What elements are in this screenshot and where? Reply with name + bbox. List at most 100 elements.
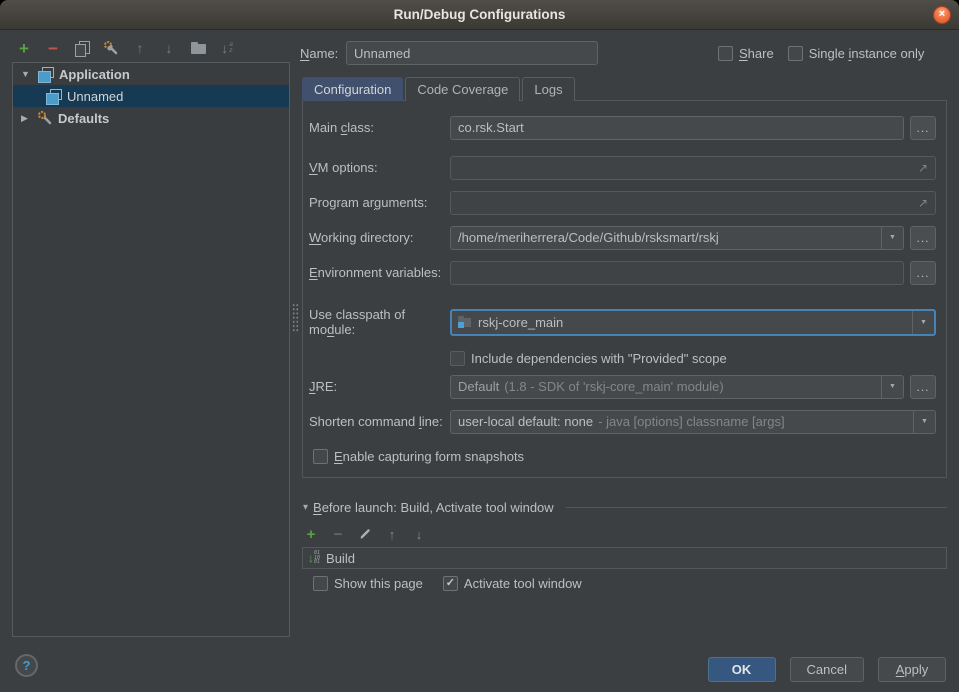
tree-label-defaults: Defaults <box>58 111 109 126</box>
activate-tool-window-label: Activate tool window <box>464 576 582 591</box>
titlebar: Run/Debug Configurations × <box>0 0 959 30</box>
sort-configurations-button[interactable]: ↓ az <box>219 40 235 56</box>
apply-button[interactable]: Apply <box>878 657 946 682</box>
enable-capturing-checkbox-group[interactable]: Enable capturing form snapshots <box>313 449 524 464</box>
before-launch-task-list[interactable]: ↓ 01 10 01 Build <box>302 547 947 569</box>
add-configuration-button[interactable]: + <box>16 40 32 56</box>
enable-capturing-row: Enable capturing form snapshots <box>313 444 936 469</box>
collapse-icon[interactable]: ▾ <box>303 502 308 513</box>
include-dependencies-row: Include dependencies with "Provided" sco… <box>450 346 936 371</box>
name-input[interactable]: Unnamed <box>346 41 598 65</box>
tab-logs[interactable]: Logs <box>522 77 574 101</box>
chevron-down-icon: ▼ <box>921 418 928 425</box>
environment-variables-browse-button[interactable]: ... <box>910 261 936 285</box>
include-dependencies-label: Include dependencies with "Provided" sco… <box>471 351 727 366</box>
pencil-icon <box>358 527 372 541</box>
close-button[interactable]: × <box>933 6 951 24</box>
environment-variables-input[interactable] <box>450 261 904 285</box>
run-debug-configurations-dialog: Run/Debug Configurations × + − ↑ ↓ ↓ az … <box>0 0 959 692</box>
tree-node-application[interactable]: ▼ Application <box>13 63 289 85</box>
dialog-buttons: OK Cancel Apply <box>708 657 946 682</box>
main-class-browse-button[interactable]: ... <box>910 116 936 140</box>
defaults-wrench-icon <box>37 110 53 126</box>
single-instance-checkbox-group[interactable]: Single instance only <box>788 46 925 61</box>
before-launch-move-up-button[interactable]: ↑ <box>385 527 399 541</box>
expand-field-icon[interactable]: ↗ <box>918 161 928 175</box>
share-label: Share <box>739 46 774 61</box>
move-down-icon: ↓ <box>416 528 423 541</box>
show-this-page-checkbox[interactable] <box>313 576 328 591</box>
working-directory-browse-button[interactable]: ... <box>910 226 936 250</box>
show-this-page-checkbox-group[interactable]: Show this page <box>313 576 423 591</box>
move-down-button[interactable]: ↓ <box>161 40 177 56</box>
ok-button[interactable]: OK <box>708 657 776 682</box>
add-icon: + <box>19 40 29 57</box>
before-launch-edit-button[interactable] <box>358 527 372 541</box>
configurations-toolbar: + − ↑ ↓ ↓ az <box>16 37 235 59</box>
close-icon: × <box>939 9 945 20</box>
environment-variables-row: Environment variables: ... <box>309 260 936 285</box>
tab-code-coverage[interactable]: Code Coverage <box>405 77 520 101</box>
jre-combobox[interactable]: Default (1.8 - SDK of 'rskj-core_main' m… <box>450 375 904 399</box>
cancel-button[interactable]: Cancel <box>790 657 864 682</box>
move-up-button[interactable]: ↑ <box>132 40 148 56</box>
chevron-down-icon: ▼ <box>889 234 896 241</box>
shorten-command-line-combobox[interactable]: user-local default: none - java [options… <box>450 410 936 434</box>
before-launch-toolbar: + − ↑ ↓ <box>304 526 426 542</box>
chevron-collapsed-icon[interactable]: ▶ <box>21 113 37 124</box>
application-icon <box>37 67 54 82</box>
create-folder-button[interactable] <box>190 40 206 56</box>
activate-tool-window-checkbox[interactable]: ✓ <box>443 576 458 591</box>
remove-icon: − <box>334 527 343 542</box>
use-classpath-row: Use classpath of module: rskj-core_main … <box>309 308 936 336</box>
help-button[interactable]: ? <box>15 654 38 677</box>
tree-node-defaults[interactable]: ▶ Defaults <box>13 107 289 129</box>
share-checkbox-group[interactable]: Share <box>718 46 774 61</box>
remove-configuration-button[interactable]: − <box>45 40 61 56</box>
environment-variables-label: Environment variables: <box>309 265 444 280</box>
splitter-handle[interactable] <box>292 303 299 333</box>
vm-options-input[interactable]: ↗ <box>450 156 936 180</box>
tree-label-application: Application <box>59 67 130 82</box>
chevron-expanded-icon[interactable]: ▼ <box>21 69 37 79</box>
jre-browse-button[interactable]: ... <box>910 375 936 399</box>
ellipsis-icon: ... <box>916 121 929 135</box>
separator-line <box>566 507 947 508</box>
wrench-gear-icon <box>103 40 119 56</box>
before-launch-move-down-button[interactable]: ↓ <box>412 527 426 541</box>
remove-icon: − <box>48 40 58 57</box>
dropdown-arrow-button[interactable]: ▼ <box>912 311 934 334</box>
copy-configuration-button[interactable] <box>74 40 90 56</box>
ellipsis-icon: ... <box>916 231 929 245</box>
shorten-command-line-label: Shorten command line: <box>309 414 444 429</box>
build-task-label: Build <box>326 551 355 566</box>
edit-defaults-button[interactable] <box>103 40 119 56</box>
dropdown-arrow-button[interactable]: ▼ <box>881 227 903 249</box>
single-instance-label: Single instance only <box>809 46 925 61</box>
tab-configuration[interactable]: Configuration <box>302 77 403 101</box>
single-instance-checkbox[interactable] <box>788 46 803 61</box>
dropdown-arrow-button[interactable]: ▼ <box>881 376 903 398</box>
expand-field-icon[interactable]: ↗ <box>918 196 928 210</box>
activate-tool-window-checkbox-group[interactable]: ✓ Activate tool window <box>443 576 582 591</box>
main-class-row: Main class: co.rsk.Start ... <box>309 115 936 140</box>
tree-label-unnamed: Unnamed <box>67 89 123 104</box>
main-class-input[interactable]: co.rsk.Start <box>450 116 904 140</box>
dropdown-arrow-button[interactable]: ▼ <box>913 411 935 433</box>
before-launch-header[interactable]: ▾ Before launch: Build, Activate tool wi… <box>303 500 947 515</box>
include-dependencies-checkbox-group[interactable]: Include dependencies with "Provided" sco… <box>450 351 727 366</box>
before-launch-add-button[interactable]: + <box>304 527 318 541</box>
program-arguments-input[interactable]: ↗ <box>450 191 936 215</box>
add-icon: + <box>307 527 316 542</box>
folder-icon <box>191 42 206 54</box>
move-up-icon: ↑ <box>137 41 144 55</box>
include-dependencies-checkbox[interactable] <box>450 351 465 366</box>
enable-capturing-label: Enable capturing form snapshots <box>334 449 524 464</box>
tree-node-unnamed[interactable]: Unnamed <box>13 85 289 107</box>
working-directory-combobox[interactable]: /home/meriherrera/Code/Github/rsksmart/r… <box>450 226 904 250</box>
before-launch-remove-button[interactable]: − <box>331 527 345 541</box>
share-checkbox[interactable] <box>718 46 733 61</box>
use-classpath-combobox[interactable]: rskj-core_main ▼ <box>450 309 936 336</box>
move-down-icon: ↓ <box>166 41 173 55</box>
enable-capturing-checkbox[interactable] <box>313 449 328 464</box>
